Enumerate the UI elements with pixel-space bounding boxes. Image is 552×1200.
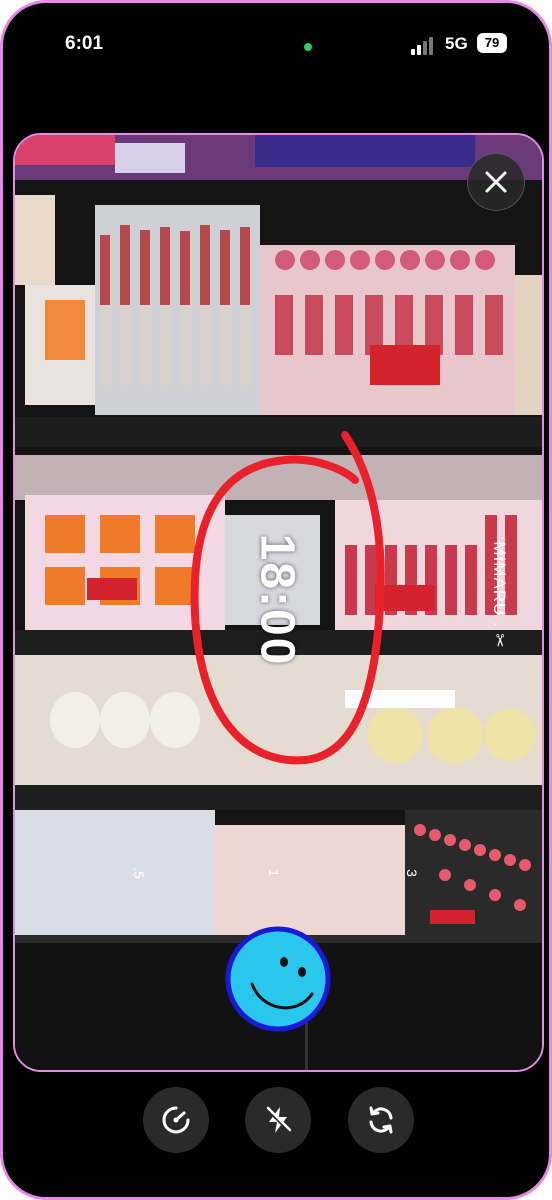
zoom-mark-half: .5 [130,867,147,879]
speed-button[interactable] [143,1087,209,1153]
battery-level: 79 [484,35,500,50]
phone-frame: 6:01 5G 79 18:00 MIMARU . ✂ .5 1 3 [0,0,552,1200]
network-type: 5G [445,34,468,53]
close-button[interactable] [467,153,525,211]
flash-button[interactable] [245,1087,311,1153]
status-bar: 6:01 5G 79 [3,3,549,83]
zoom-mark-three: 3 [403,869,420,877]
status-time: 6:01 [65,33,104,54]
signal-icon [411,37,437,55]
zoom-mark-one: 1 [265,869,282,877]
speed-icon [162,1106,190,1134]
flip-camera-icon [369,1106,393,1134]
camera-controls [3,1083,549,1163]
camera-in-use-indicator [304,43,312,51]
battery-icon: 79 [477,33,507,53]
flash-icon [264,1106,292,1134]
close-icon [485,171,507,193]
watermark-text: MIMARU . ✂ [490,541,509,649]
smiley-sticker-icon[interactable] [222,926,334,1032]
flip-camera-button[interactable] [348,1087,414,1153]
timer-text-overlay[interactable]: 18:00 [250,534,305,667]
